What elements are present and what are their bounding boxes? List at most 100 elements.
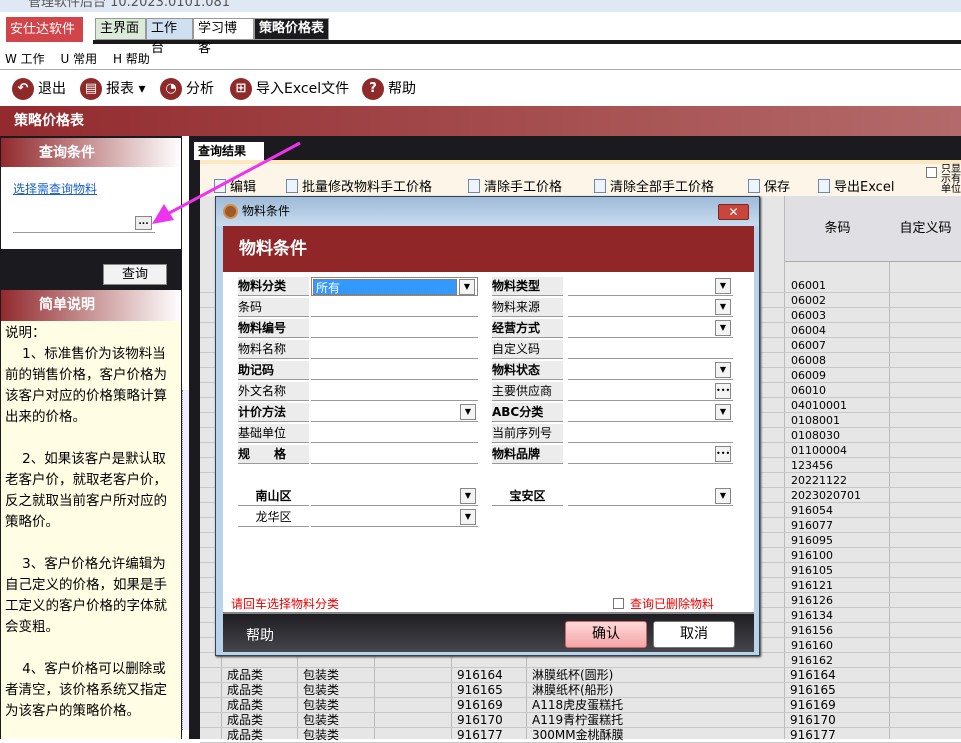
select-material-link[interactable]: 选择需查询物料 — [13, 180, 97, 197]
table-row[interactable]: 成品类 包装类 916169 A118虎皮蛋糕托 916169 — [200, 698, 961, 713]
field-input[interactable]: ▼ — [568, 361, 733, 380]
tab-3[interactable]: 策略价格表 — [254, 18, 329, 40]
barcode-cell: 916054 — [791, 504, 833, 517]
browse-button[interactable]: ••• — [715, 446, 731, 462]
tab-2[interactable]: 学习博客 — [193, 18, 254, 56]
field-input[interactable] — [311, 382, 478, 401]
field-input[interactable]: ▼ — [311, 403, 478, 422]
toolbar-button-3[interactable]: ⊞ 导入Excel文件 — [230, 77, 349, 101]
chevron-down-icon[interactable]: ▼ — [460, 404, 476, 420]
only-units-checkbox[interactable]: 只显示有单位 — [926, 165, 961, 195]
cell-1: 包装类 — [303, 698, 340, 712]
field-input[interactable] — [311, 361, 478, 380]
field-input[interactable] — [311, 424, 478, 443]
chevron-down-icon[interactable]: ▼ — [460, 488, 476, 504]
pencil-icon — [594, 178, 606, 193]
chevron-down-icon[interactable]: ▼ — [459, 279, 475, 295]
checkbox-box[interactable] — [926, 167, 937, 178]
field-input[interactable]: ▼ — [311, 487, 478, 506]
action-label: 导出Excel — [834, 180, 895, 195]
toolbar-button-2[interactable]: ◔ 分析 — [160, 77, 214, 101]
help-link[interactable]: 帮助 — [246, 625, 274, 645]
confirm-button[interactable]: 确认 — [565, 621, 647, 648]
chevron-down-icon[interactable]: ▼ — [715, 362, 731, 378]
toolbar-button-1[interactable]: ▤ 报表 ▾ — [80, 77, 145, 101]
toolbar-label: 分析 — [186, 81, 214, 97]
close-icon[interactable]: ✕ — [718, 204, 749, 220]
description-text: 说明： 1、标准售价为该物料当前的销售价格，客户价格为该客户对应的价格策略计算出… — [1, 321, 181, 739]
field-input[interactable]: 所有 ▼ — [311, 277, 478, 296]
menu-help[interactable]: H 帮助 — [113, 52, 150, 66]
table-row[interactable]: 成品类 包装类 916177 300MM金桃酥膜 916177 — [200, 728, 961, 743]
chevron-down-icon[interactable]: ▼ — [460, 509, 476, 525]
chevron-down-icon[interactable]: ▼ — [715, 299, 731, 315]
cell-2: 916170 — [457, 713, 503, 727]
table-row[interactable]: 成品类 包装类 916170 A119青柠蛋糕托 916170 — [200, 713, 961, 728]
cell-4: 916169 — [790, 698, 836, 712]
field-input[interactable]: ••• — [568, 382, 733, 401]
barcode-cell: 0108001 — [791, 414, 840, 427]
menu-work[interactable]: W 工作 — [5, 52, 45, 66]
field-input[interactable] — [311, 319, 478, 338]
action-pencil[interactable]: 清除全部手工价格 — [594, 176, 714, 195]
selected-value: 所有 — [313, 279, 457, 295]
action-save[interactable]: 保存 — [748, 176, 790, 195]
deleted-checkbox[interactable] — [613, 598, 624, 609]
field-input[interactable] — [568, 340, 733, 359]
cell-1: 包装类 — [303, 683, 340, 697]
toolbar-button-0[interactable]: ↶ 退出 — [12, 77, 66, 101]
deleted-checkbox-row[interactable]: 查询已删除物料 — [613, 595, 714, 612]
barcode-cell: 916126 — [791, 594, 833, 607]
field-input[interactable] — [311, 340, 478, 359]
field-input[interactable] — [568, 424, 733, 443]
barcode-cell: 916100 — [791, 549, 833, 562]
browse-button[interactable]: ••• — [715, 383, 731, 399]
tab-1[interactable]: 工作台 — [146, 18, 193, 56]
field-label: 物料名称 — [238, 340, 309, 359]
field-label: 物料编号 — [238, 319, 309, 338]
cell-2: 916169 — [457, 698, 503, 712]
header-barcode[interactable]: 条码 — [785, 196, 890, 262]
cell-3: 淋膜纸杯(船形) — [532, 683, 614, 697]
chevron-down-icon[interactable]: ▼ — [715, 278, 731, 294]
field-input[interactable]: ▼ — [568, 403, 733, 422]
cancel-button[interactable]: 取消 — [653, 621, 735, 648]
field-input[interactable]: ▼ — [568, 298, 733, 317]
barcode-cell: 916077 — [791, 519, 833, 532]
material-input[interactable] — [13, 217, 155, 233]
header-custom-code[interactable]: 自定义码 — [890, 196, 961, 262]
field-input[interactable]: ••• — [568, 445, 733, 464]
field-label: 经营方式 — [492, 319, 563, 338]
field-input[interactable]: ▼ — [568, 277, 733, 296]
chevron-down-icon[interactable]: ▼ — [715, 404, 731, 420]
action-label: 保存 — [764, 180, 791, 195]
action-label: 清除全部手工价格 — [610, 180, 715, 195]
field-input[interactable]: ▼ — [568, 487, 733, 506]
field-input[interactable]: ▼ — [568, 319, 733, 338]
action-clear[interactable]: 清除手工价格 — [468, 176, 562, 195]
field-input[interactable] — [311, 445, 478, 464]
chevron-down-icon[interactable]: ▼ — [715, 488, 731, 504]
description-scrollbar[interactable] — [182, 390, 189, 730]
action-label: 清除手工价格 — [484, 180, 563, 195]
field-label: 规 格 — [238, 445, 309, 464]
table-row[interactable]: 成品类 包装类 916165 淋膜纸杯(船形) 916165 — [200, 683, 961, 698]
field-label: 当前序列号 — [492, 424, 563, 443]
toolbar-button-4[interactable]: ? 帮助 — [362, 77, 416, 101]
field-input[interactable] — [311, 298, 478, 317]
action-word-export[interactable]: 导出Excel — [818, 176, 894, 195]
tab-0[interactable]: 主界面 — [95, 18, 146, 40]
chevron-down-icon[interactable]: ▼ — [715, 320, 731, 336]
field-input[interactable]: ▼ — [311, 508, 478, 527]
cell-0: 成品类 — [227, 713, 264, 727]
hint-text: 请回车选择物料分类 — [231, 597, 340, 611]
cell-3: 淋膜纸杯(圆形) — [532, 668, 614, 682]
barcode-cell: 2023020701 — [791, 489, 861, 502]
cell-4: 916177 — [790, 728, 836, 742]
brand-menu-button[interactable]: 安仕达软件 ▾ — [6, 17, 83, 62]
table-row[interactable]: 成品类 包装类 916164 淋膜纸杯(圆形) 916164 — [200, 668, 961, 683]
field-label: 主要供应商 — [492, 382, 563, 401]
menu-common[interactable]: U 常用 — [61, 52, 98, 66]
query-button[interactable]: 查询 — [103, 264, 167, 285]
barcode-cell: 916105 — [791, 564, 833, 577]
